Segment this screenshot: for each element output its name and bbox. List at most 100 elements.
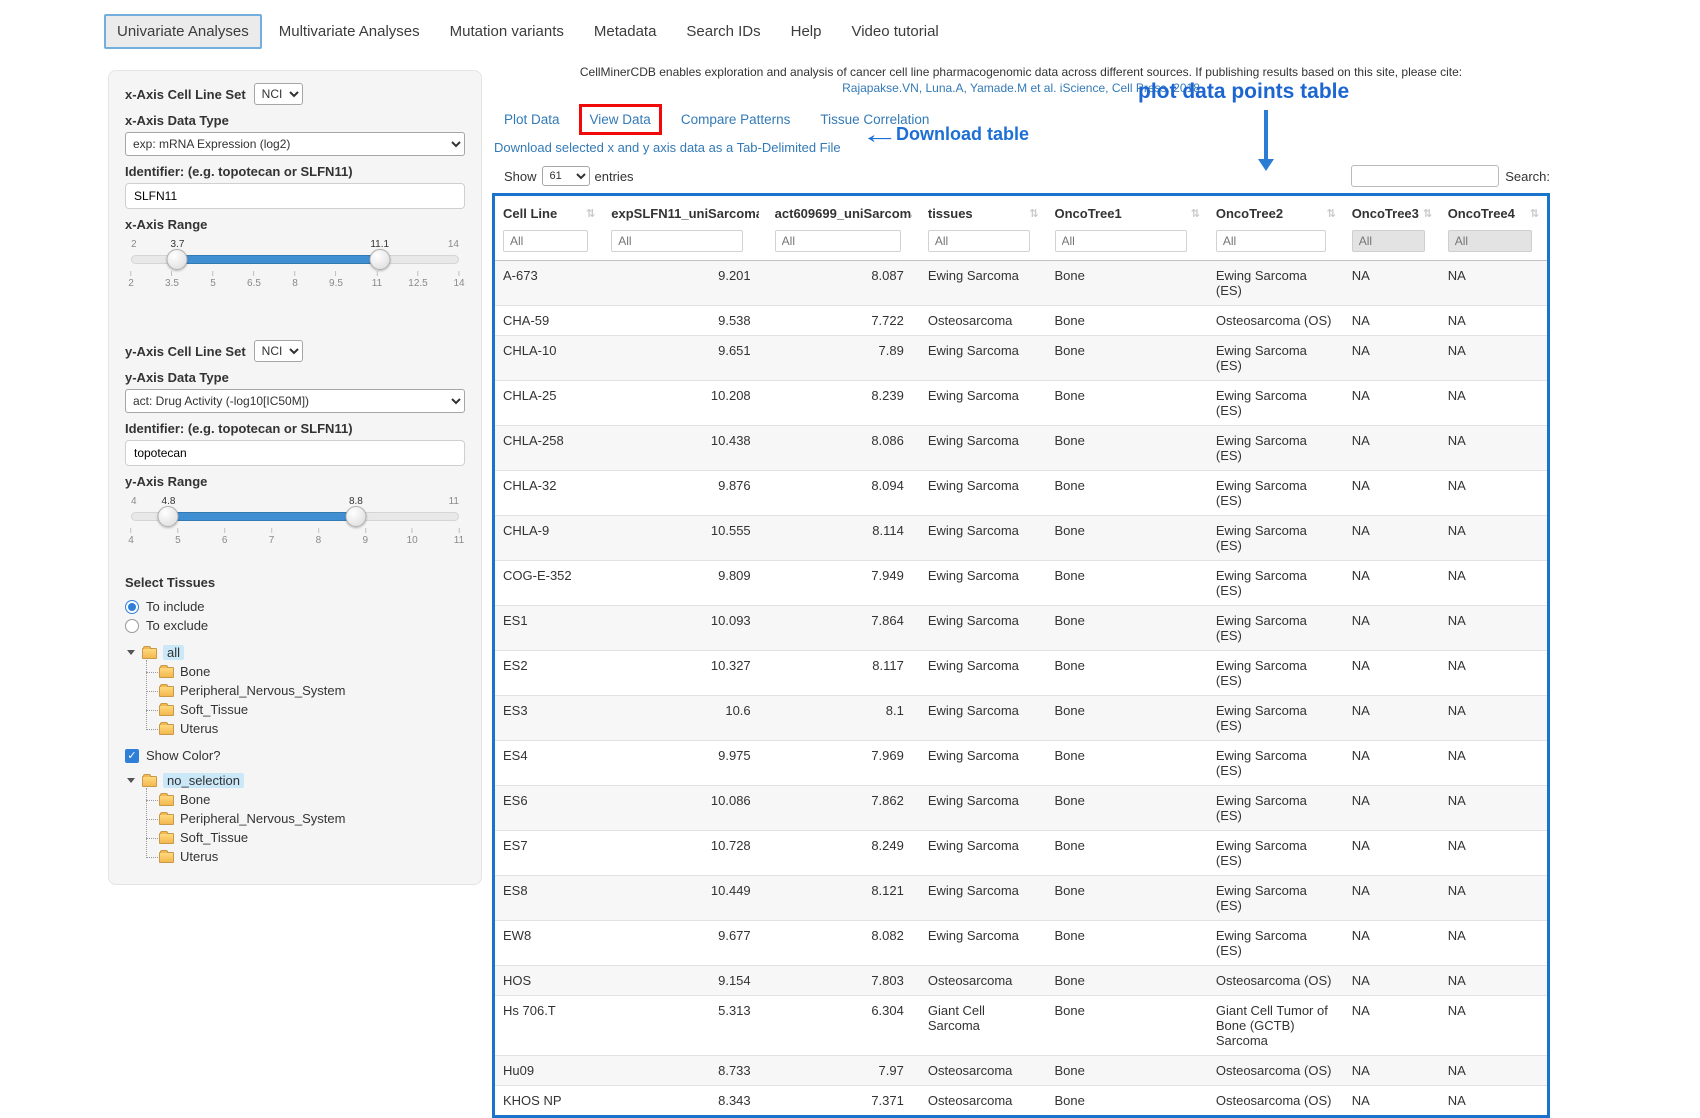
download-link[interactable]: Download selected x and y axis data as a… xyxy=(494,140,841,155)
y-data-type-select[interactable]: act: Drug Activity (-log10[IC50M]) xyxy=(125,389,465,413)
column-header-act609699[interactable]: act609699_uniSarcoma⇅ xyxy=(767,196,920,228)
sort-icon[interactable]: ⇅ xyxy=(1423,207,1432,220)
x-identifier-input[interactable] xyxy=(125,183,465,209)
tab-compare-patterns[interactable]: Compare Patterns xyxy=(681,112,791,127)
cell-exp-slfn11: 10.327 xyxy=(603,651,766,696)
sort-icon[interactable]: ⇅ xyxy=(1530,207,1539,220)
filter-input-cell-line[interactable] xyxy=(503,230,588,252)
table-row[interactable]: ES310.68.1Ewing SarcomaBoneEwing Sarcoma… xyxy=(495,696,1547,741)
cell-oncotree4: NA xyxy=(1440,696,1547,741)
tree-item-uterus[interactable]: Uterus xyxy=(159,719,465,738)
slider-handle-from[interactable] xyxy=(167,249,188,270)
table-row[interactable]: HOS9.1547.803OsteosarcomaBoneOsteosarcom… xyxy=(495,966,1547,996)
column-header-cell-line[interactable]: Cell Line⇅ xyxy=(495,196,603,228)
x-axis-range-slider[interactable]: 2 14 3.7 11.1 23.556.589.51112.514 xyxy=(131,240,459,296)
table-row[interactable]: A-6739.2018.087Ewing SarcomaBoneEwing Sa… xyxy=(495,261,1547,306)
cell-tissues: Ewing Sarcoma xyxy=(920,831,1047,876)
filter-input-tissues[interactable] xyxy=(928,230,1030,252)
table-row[interactable]: CHLA-910.5558.114Ewing SarcomaBoneEwing … xyxy=(495,516,1547,561)
tree-item-bone[interactable]: Bone xyxy=(159,662,465,681)
column-header-oncotree1[interactable]: OncoTree1⇅ xyxy=(1047,196,1208,228)
table-row[interactable]: ES49.9757.969Ewing SarcomaBoneEwing Sarc… xyxy=(495,741,1547,786)
sort-icon[interactable]: ⇅ xyxy=(1326,207,1335,220)
cell-tissues: Osteosarcoma xyxy=(920,1056,1047,1086)
nav-tab-mutation-variants[interactable]: Mutation variants xyxy=(437,14,577,49)
table-row[interactable]: CHLA-109.6517.89Ewing SarcomaBoneEwing S… xyxy=(495,336,1547,381)
filter-input-oncotree1[interactable] xyxy=(1055,230,1187,252)
table-row[interactable]: CHLA-2510.2088.239Ewing SarcomaBoneEwing… xyxy=(495,381,1547,426)
column-header-tissues[interactable]: tissues⇅ xyxy=(920,196,1047,228)
nav-tab-help[interactable]: Help xyxy=(778,14,835,49)
tree-item-bone[interactable]: Bone xyxy=(159,790,465,809)
column-header-oncotree4[interactable]: OncoTree4⇅ xyxy=(1440,196,1547,228)
table-row[interactable]: ES810.4498.121Ewing SarcomaBoneEwing Sar… xyxy=(495,876,1547,921)
table-row[interactable]: ES610.0867.862Ewing SarcomaBoneEwing Sar… xyxy=(495,786,1547,831)
nav-tab-multivariate-analyses[interactable]: Multivariate Analyses xyxy=(266,14,433,49)
tree-item-peripheral-nervous-system[interactable]: Peripheral_Nervous_System xyxy=(159,809,465,828)
slider-bar[interactable] xyxy=(168,512,355,521)
table-header-row: Cell Line⇅expSLFN11_uniSarcoma⇅act609699… xyxy=(495,196,1547,228)
table-row[interactable]: CHA-599.5387.722OsteosarcomaBoneOsteosar… xyxy=(495,306,1547,336)
nav-tab-metadata[interactable]: Metadata xyxy=(581,14,670,49)
tree-item-soft-tissue[interactable]: Soft_Tissue xyxy=(159,828,465,847)
slider-handle-to[interactable] xyxy=(369,249,390,270)
column-header-oncotree2[interactable]: OncoTree2⇅ xyxy=(1208,196,1344,228)
tree-item-uterus[interactable]: Uterus xyxy=(159,847,465,866)
table-row[interactable]: KHOS NP8.3437.371OsteosarcomaBoneOsteosa… xyxy=(495,1086,1547,1116)
radio-checked-icon[interactable] xyxy=(125,600,139,614)
folder-icon xyxy=(142,776,157,787)
caret-down-icon[interactable] xyxy=(127,778,135,783)
table-row[interactable]: ES210.3278.117Ewing SarcomaBoneEwing Sar… xyxy=(495,651,1547,696)
y-identifier-input[interactable] xyxy=(125,440,465,466)
nav-tab-video-tutorial[interactable]: Video tutorial xyxy=(838,14,951,49)
x-cell-line-set-select[interactable]: NCI xyxy=(254,83,303,105)
filter-input-oncotree4[interactable] xyxy=(1448,230,1532,252)
table-row[interactable]: Hs 706.T5.3136.304Giant Cell SarcomaBone… xyxy=(495,996,1547,1056)
table-row[interactable]: ES710.7288.249Ewing SarcomaBoneEwing Sar… xyxy=(495,831,1547,876)
slider-handle-to[interactable] xyxy=(345,506,366,527)
tab-plot-data[interactable]: Plot Data xyxy=(504,112,560,127)
filter-input-act609699[interactable] xyxy=(775,230,901,252)
cell-oncotree1: Bone xyxy=(1047,426,1208,471)
citation-reference-link[interactable]: Rajapakse.VN, Luna.A, Yamade.M et al. iS… xyxy=(492,80,1550,96)
table-row[interactable]: EW89.6778.082Ewing SarcomaBoneEwing Sarc… xyxy=(495,921,1547,966)
sort-icon[interactable]: ⇅ xyxy=(1191,207,1200,220)
cell-cell-line: CHLA-10 xyxy=(495,336,603,381)
entries-select[interactable]: 61 xyxy=(542,166,590,186)
sort-icon[interactable]: ⇅ xyxy=(586,207,595,220)
checkbox-checked-icon[interactable] xyxy=(125,749,139,763)
tab-view-data[interactable]: View Data xyxy=(590,112,651,127)
show-color-checkbox-row[interactable]: Show Color? xyxy=(125,748,465,763)
tree-item-peripheral-nervous-system[interactable]: Peripheral_Nervous_System xyxy=(159,681,465,700)
select-tissues-label: Select Tissues xyxy=(125,575,465,590)
column-header-oncotree3[interactable]: OncoTree3⇅ xyxy=(1344,196,1440,228)
y-axis-range-slider[interactable]: 4 11 4.8 8.8 4567891011 xyxy=(131,497,459,553)
table-row[interactable]: Hu098.7337.97OsteosarcomaBoneOsteosarcom… xyxy=(495,1056,1547,1086)
y-cell-line-set-select[interactable]: NCI xyxy=(254,340,303,362)
radio-to-exclude[interactable]: To exclude xyxy=(125,616,465,635)
table-row[interactable]: ES110.0937.864Ewing SarcomaBoneEwing Sar… xyxy=(495,606,1547,651)
column-header-exp-slfn11[interactable]: expSLFN11_uniSarcoma⇅ xyxy=(603,196,766,228)
filter-input-oncotree2[interactable] xyxy=(1216,230,1326,252)
slider-bar[interactable] xyxy=(177,255,379,264)
filter-input-oncotree3[interactable] xyxy=(1352,230,1426,252)
caret-down-icon[interactable] xyxy=(127,650,135,655)
table-row[interactable]: CHLA-329.8768.094Ewing SarcomaBoneEwing … xyxy=(495,471,1547,516)
table-row[interactable]: COG-E-3529.8097.949Ewing SarcomaBoneEwin… xyxy=(495,561,1547,606)
tree-item-soft-tissue[interactable]: Soft_Tissue xyxy=(159,700,465,719)
nav-tab-univariate-analyses[interactable]: Univariate Analyses xyxy=(104,14,262,49)
tree-root-exclude[interactable]: no_selection xyxy=(127,771,465,790)
x-data-type-select[interactable]: exp: mRNA Expression (log2) xyxy=(125,132,465,156)
filter-input-exp-slfn11[interactable] xyxy=(611,230,743,252)
tree-item-label: Soft_Tissue xyxy=(180,702,248,717)
cell-oncotree1: Bone xyxy=(1047,921,1208,966)
cell-oncotree3: NA xyxy=(1344,741,1440,786)
radio-unchecked-icon[interactable] xyxy=(125,619,139,633)
tree-root-include[interactable]: all xyxy=(127,643,465,662)
radio-to-include[interactable]: To include xyxy=(125,597,465,616)
nav-tab-search-ids[interactable]: Search IDs xyxy=(673,14,773,49)
table-row[interactable]: CHLA-25810.4388.086Ewing SarcomaBoneEwin… xyxy=(495,426,1547,471)
sort-icon[interactable]: ⇅ xyxy=(1029,207,1038,220)
slider-handle-from[interactable] xyxy=(158,506,179,527)
search-input[interactable] xyxy=(1351,165,1499,187)
